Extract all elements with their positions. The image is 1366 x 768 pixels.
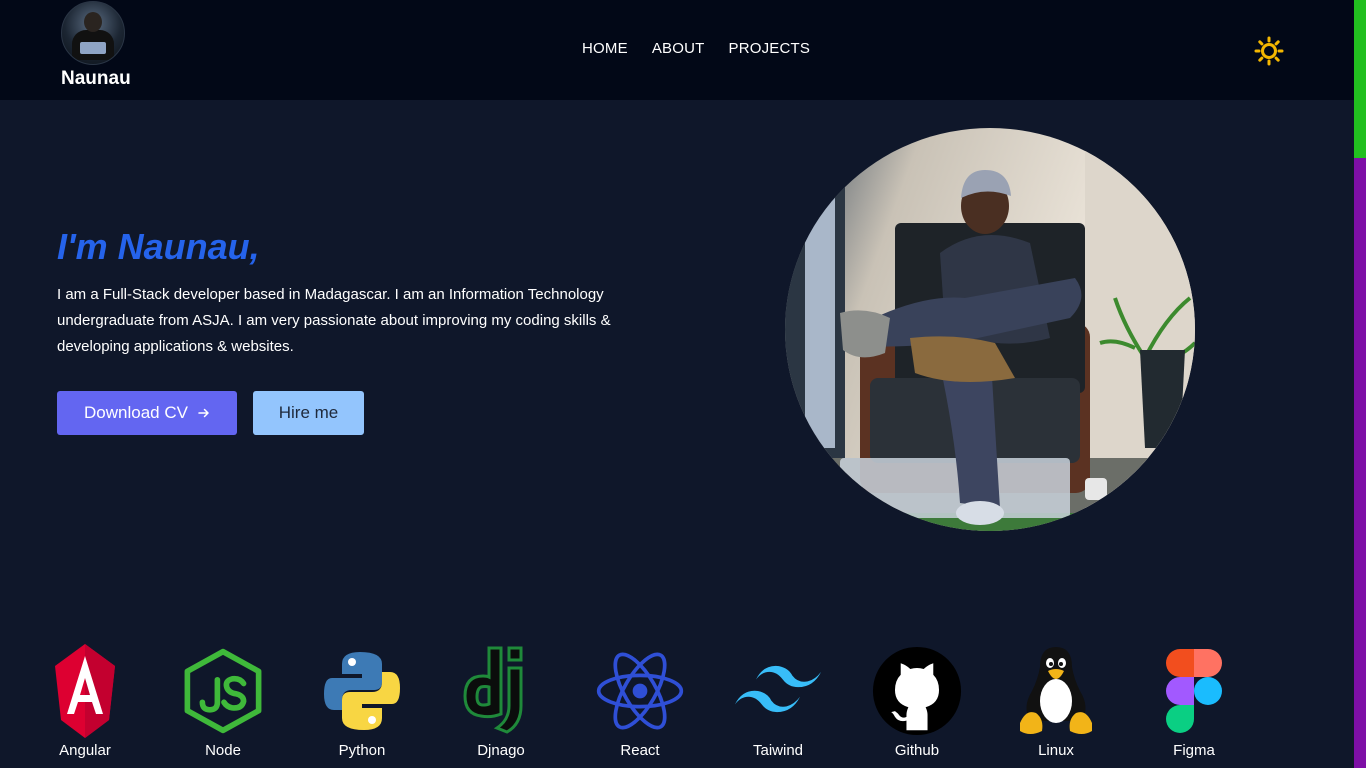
skill-label: Figma xyxy=(1173,742,1215,759)
nav-links: HOME ABOUT PROJECTS xyxy=(582,40,810,57)
skill-label: Github xyxy=(894,742,940,759)
linux-icon xyxy=(1011,642,1101,740)
profile-photo xyxy=(785,128,1195,531)
react-icon xyxy=(595,642,685,740)
nav-link-projects[interactable]: PROJECTS xyxy=(729,40,811,57)
github-icon xyxy=(872,642,962,740)
sun-icon[interactable] xyxy=(1254,36,1284,66)
skill-label: Python xyxy=(338,742,386,759)
django-icon xyxy=(456,642,546,740)
skill-figma: Figma xyxy=(1139,640,1249,768)
navbar: Naunau HOME ABOUT PROJECTS xyxy=(0,0,1354,100)
hero-description: I am a Full-Stack developer based in Mad… xyxy=(57,286,611,355)
hero-title: I'm Naunau, xyxy=(57,226,260,267)
skill-github: Github xyxy=(862,640,972,768)
skill-label: Taiwind xyxy=(752,742,804,759)
skill-linux: Linux xyxy=(1001,640,1111,768)
skill-label: React xyxy=(620,742,660,759)
skill-react: React xyxy=(585,640,695,768)
tailwind-icon xyxy=(733,642,823,740)
brand[interactable]: Naunau xyxy=(58,0,138,100)
scrollbar-thumb[interactable] xyxy=(1354,0,1366,158)
angular-icon xyxy=(40,642,130,740)
avatar xyxy=(61,1,125,65)
skill-node: Node xyxy=(168,640,278,768)
skill-label: Angular xyxy=(59,742,111,759)
skill-angular: Angular xyxy=(30,640,140,768)
nav-link-about[interactable]: ABOUT xyxy=(652,40,705,57)
skill-django: Djnago xyxy=(446,640,556,768)
skill-label: Djnago xyxy=(477,742,525,759)
skill-label: Linux xyxy=(1038,742,1074,759)
skill-python: Python xyxy=(307,640,417,768)
skill-label: Node xyxy=(205,742,241,759)
brand-name: Naunau xyxy=(61,68,131,89)
python-icon xyxy=(317,642,407,740)
download-cv-button[interactable]: Download CV xyxy=(57,391,237,435)
hire-me-label: Hire me xyxy=(278,403,339,422)
skill-tailwind: Taiwind xyxy=(723,640,833,768)
arrow-right-icon xyxy=(198,408,209,418)
skills-row: Angular Node Python Djnago React Taiwind… xyxy=(0,640,1354,768)
download-cv-label: Download CV xyxy=(84,403,188,422)
hire-me-button[interactable]: Hire me xyxy=(253,391,364,435)
nav-link-home[interactable]: HOME xyxy=(582,40,628,57)
nodejs-icon xyxy=(178,642,268,740)
figma-icon xyxy=(1149,642,1239,740)
